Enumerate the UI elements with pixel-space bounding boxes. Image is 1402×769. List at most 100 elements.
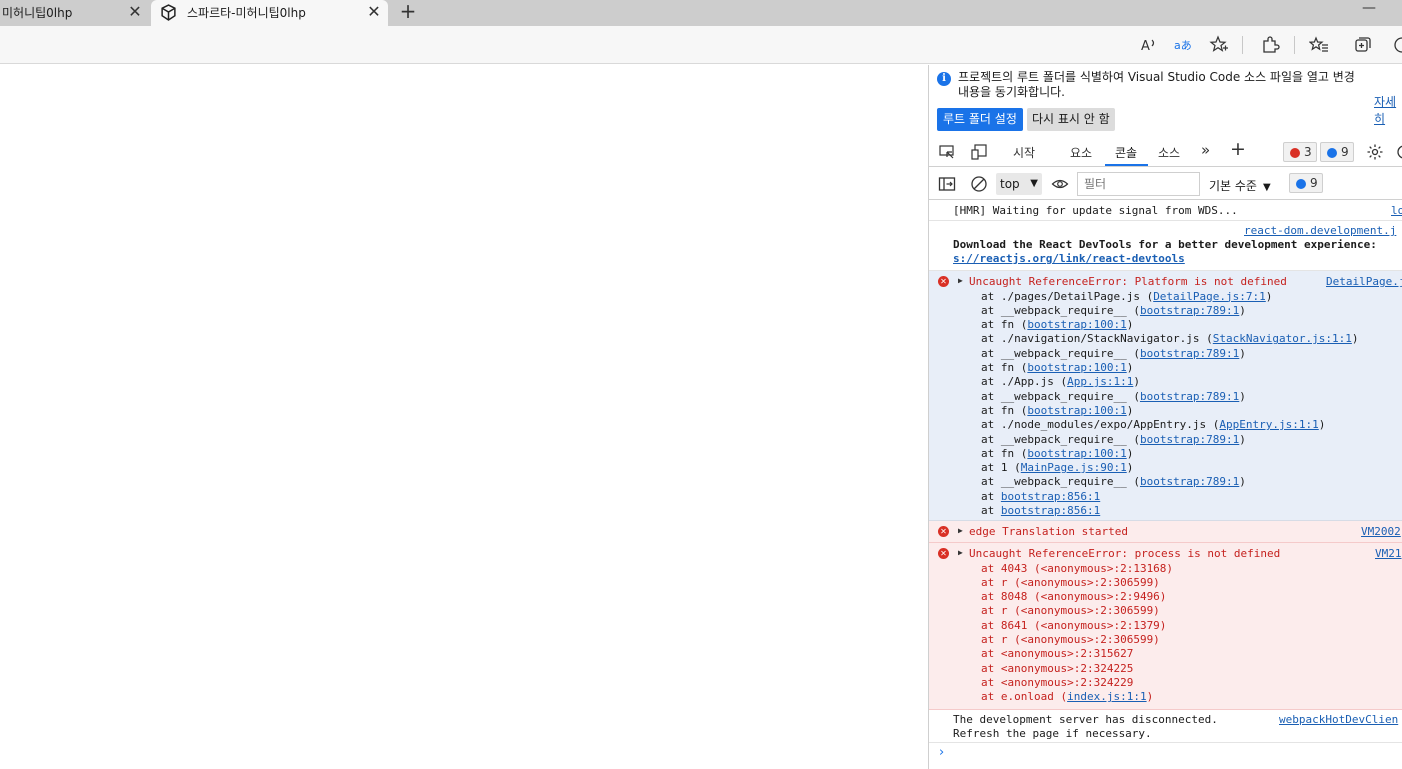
profile-icon[interactable] xyxy=(1392,35,1402,55)
active-tab-indicator xyxy=(1105,164,1148,166)
close-icon[interactable]: ✕ xyxy=(126,3,144,21)
eye-icon[interactable] xyxy=(1051,175,1069,193)
stack-frame-text: at __webpack_require__ ( xyxy=(981,303,1140,317)
stack-frame-tail: ) xyxy=(1126,318,1134,332)
stack-frame: at 1 (MainPage.js:90:1) xyxy=(981,461,1133,475)
device-emulation-icon[interactable] xyxy=(970,143,988,161)
browser-tab-2[interactable]: 스파르타-미허니팁0lhp ✕ xyxy=(151,0,388,26)
stack-frame-link[interactable]: bootstrap:856:1 xyxy=(1001,490,1100,503)
stack-frame-text: at 4043 (<anonymous>:2:13168) xyxy=(981,561,1174,575)
sidebar-toggle-icon[interactable] xyxy=(938,175,956,193)
page-viewport xyxy=(0,65,928,769)
error-title: Uncaught ReferenceError: Platform is not… xyxy=(969,275,1287,288)
stack-frame-tail: ) xyxy=(1126,403,1134,417)
source-link[interactable]: lo xyxy=(1391,204,1402,218)
tab-welcome[interactable]: 시작 xyxy=(1013,144,1035,161)
stack-frame-link[interactable]: bootstrap:789:1 xyxy=(1140,304,1239,317)
feedback-icon[interactable] xyxy=(1395,143,1402,161)
log-levels-dropdown[interactable]: 기본 수준 ▼ xyxy=(1209,177,1271,194)
stack-frame-link[interactable]: bootstrap:789:1 xyxy=(1140,347,1239,360)
stack-frame-link[interactable]: bootstrap:100:1 xyxy=(1027,404,1126,417)
svg-text:aあ: aあ xyxy=(1174,39,1192,52)
console-error: ✕ ▶ edge Translation started VM2002 xyxy=(929,521,1402,543)
stack-frame-link[interactable]: bootstrap:789:1 xyxy=(1140,433,1239,446)
stack-frame-link[interactable]: bootstrap:789:1 xyxy=(1140,390,1239,403)
tab-console[interactable]: 콘솔 xyxy=(1115,144,1137,161)
clear-console-icon[interactable] xyxy=(970,175,988,193)
stack-frame-text: at fn ( xyxy=(981,446,1028,460)
error-count-badge[interactable]: 3 xyxy=(1283,142,1317,162)
context-selector[interactable]: top ▼ xyxy=(996,173,1042,195)
stack-frame-text: at ./App.js ( xyxy=(981,375,1068,389)
set-root-folder-button[interactable]: 루트 폴더 설정 xyxy=(937,108,1023,131)
message-text: The development server has disconnected. xyxy=(953,713,1218,726)
stack-frame: at __webpack_require__ (bootstrap:789:1) xyxy=(981,390,1246,404)
stack-frame-text: at fn ( xyxy=(981,318,1028,332)
tab-elements[interactable]: 요소 xyxy=(1070,144,1092,161)
stack-frame-link[interactable]: MainPage.js:90:1 xyxy=(1021,461,1127,474)
error-count: 3 xyxy=(1304,145,1312,159)
learn-more-link[interactable]: 자세히 xyxy=(1374,93,1402,127)
stack-frame-text: at __webpack_require__ ( xyxy=(981,389,1140,403)
gear-icon[interactable] xyxy=(1366,143,1384,161)
toolbar: A aあ xyxy=(0,26,1402,64)
stack-frame-link[interactable]: bootstrap:100:1 xyxy=(1027,361,1126,374)
extensions-icon[interactable] xyxy=(1260,35,1280,55)
read-aloud-icon[interactable]: A xyxy=(1139,35,1159,55)
stack-frame-text: at 1 ( xyxy=(981,461,1021,475)
stack-frame: at bootstrap:856:1 xyxy=(981,490,1100,504)
stack-frame-text: at fn ( xyxy=(981,403,1028,417)
stack-frame-text: at ./node_modules/expo/AppEntry.js ( xyxy=(981,418,1220,432)
source-link[interactable]: DetailPage.j xyxy=(1326,275,1402,289)
message-text: Refresh the page if necessary. xyxy=(953,727,1152,740)
dont-show-again-button[interactable]: 다시 표시 안 함 xyxy=(1027,108,1115,131)
expand-triangle-icon[interactable]: ▶ xyxy=(958,548,963,557)
error-title: Uncaught ReferenceError: process is not … xyxy=(969,547,1281,560)
stack-frame-link[interactable]: App.js:1:1 xyxy=(1067,375,1133,388)
stack-frame-link[interactable]: bootstrap:100:1 xyxy=(1027,447,1126,460)
devtools-link[interactable]: s://reactjs.org/link/react-devtools xyxy=(953,252,1185,266)
collections-icon[interactable] xyxy=(1353,35,1373,55)
log-levels-label: 기본 수준 xyxy=(1209,179,1257,193)
issues-badge[interactable]: 9 xyxy=(1289,173,1323,193)
stack-frame-link[interactable]: StackNavigator.js:1:1 xyxy=(1213,332,1352,345)
stack-frame-tail: ) xyxy=(1146,690,1154,704)
more-tabs-icon[interactable]: » xyxy=(1201,141,1210,159)
devtools-panel: i 프로젝트의 루트 폴더를 식별하여 Visual Studio Code 소… xyxy=(928,65,1402,769)
tab-sources[interactable]: 소스 xyxy=(1158,144,1180,161)
expand-triangle-icon[interactable]: ▶ xyxy=(958,526,963,535)
console-filter-input[interactable] xyxy=(1077,172,1200,196)
stack-frame: at ./App.js (App.js:1:1) xyxy=(981,375,1140,389)
stack-frame-tail: ) xyxy=(1239,432,1246,446)
stack-frame: at 8641 (<anonymous>:2:1379) xyxy=(981,619,1166,633)
new-tab-icon[interactable]: + xyxy=(398,1,418,21)
stack-frame-link[interactable]: bootstrap:789:1 xyxy=(1140,475,1239,488)
console-prompt-row[interactable]: › xyxy=(929,743,1402,767)
add-favorite-icon[interactable] xyxy=(1209,35,1229,55)
inspect-element-icon[interactable] xyxy=(938,143,956,161)
favorites-icon[interactable] xyxy=(1309,35,1329,55)
svg-text:A: A xyxy=(1141,39,1150,54)
source-link[interactable]: react-dom.development.j xyxy=(1244,224,1396,238)
stack-frame-tail: ) xyxy=(1126,361,1134,374)
stack-frame-link[interactable]: DetailPage.js:7:1 xyxy=(1153,290,1266,303)
stack-frame-link[interactable]: bootstrap:856:1 xyxy=(1001,504,1100,517)
stack-frame-text: at ./navigation/StackNavigator.js ( xyxy=(981,332,1213,346)
stack-frame-text: at xyxy=(981,504,1001,517)
minimize-icon[interactable]: — xyxy=(1360,0,1378,16)
stack-frame: at ./navigation/StackNavigator.js (Stack… xyxy=(981,332,1359,346)
add-tool-icon[interactable]: + xyxy=(1230,138,1246,160)
console-message: [HMR] Waiting for update signal from WDS… xyxy=(929,201,1402,221)
stack-frame-link[interactable]: index.js:1:1 xyxy=(1067,690,1146,703)
close-icon[interactable]: ✕ xyxy=(365,3,383,21)
error-icon: ✕ xyxy=(938,548,949,559)
message-count-badge[interactable]: 9 xyxy=(1320,142,1354,162)
source-link[interactable]: VM21 xyxy=(1375,547,1402,561)
stack-frame-link[interactable]: AppEntry.js:1:1 xyxy=(1219,418,1318,431)
browser-tab-1[interactable]: 미허니팁0lhp ✕ xyxy=(0,0,150,26)
stack-frame-link[interactable]: bootstrap:100:1 xyxy=(1027,318,1126,331)
expand-triangle-icon[interactable]: ▶ xyxy=(958,276,963,285)
source-link[interactable]: VM2002 xyxy=(1361,525,1401,539)
source-link[interactable]: webpackHotDevClien xyxy=(1279,713,1398,727)
translate-icon[interactable]: aあ xyxy=(1173,35,1193,55)
